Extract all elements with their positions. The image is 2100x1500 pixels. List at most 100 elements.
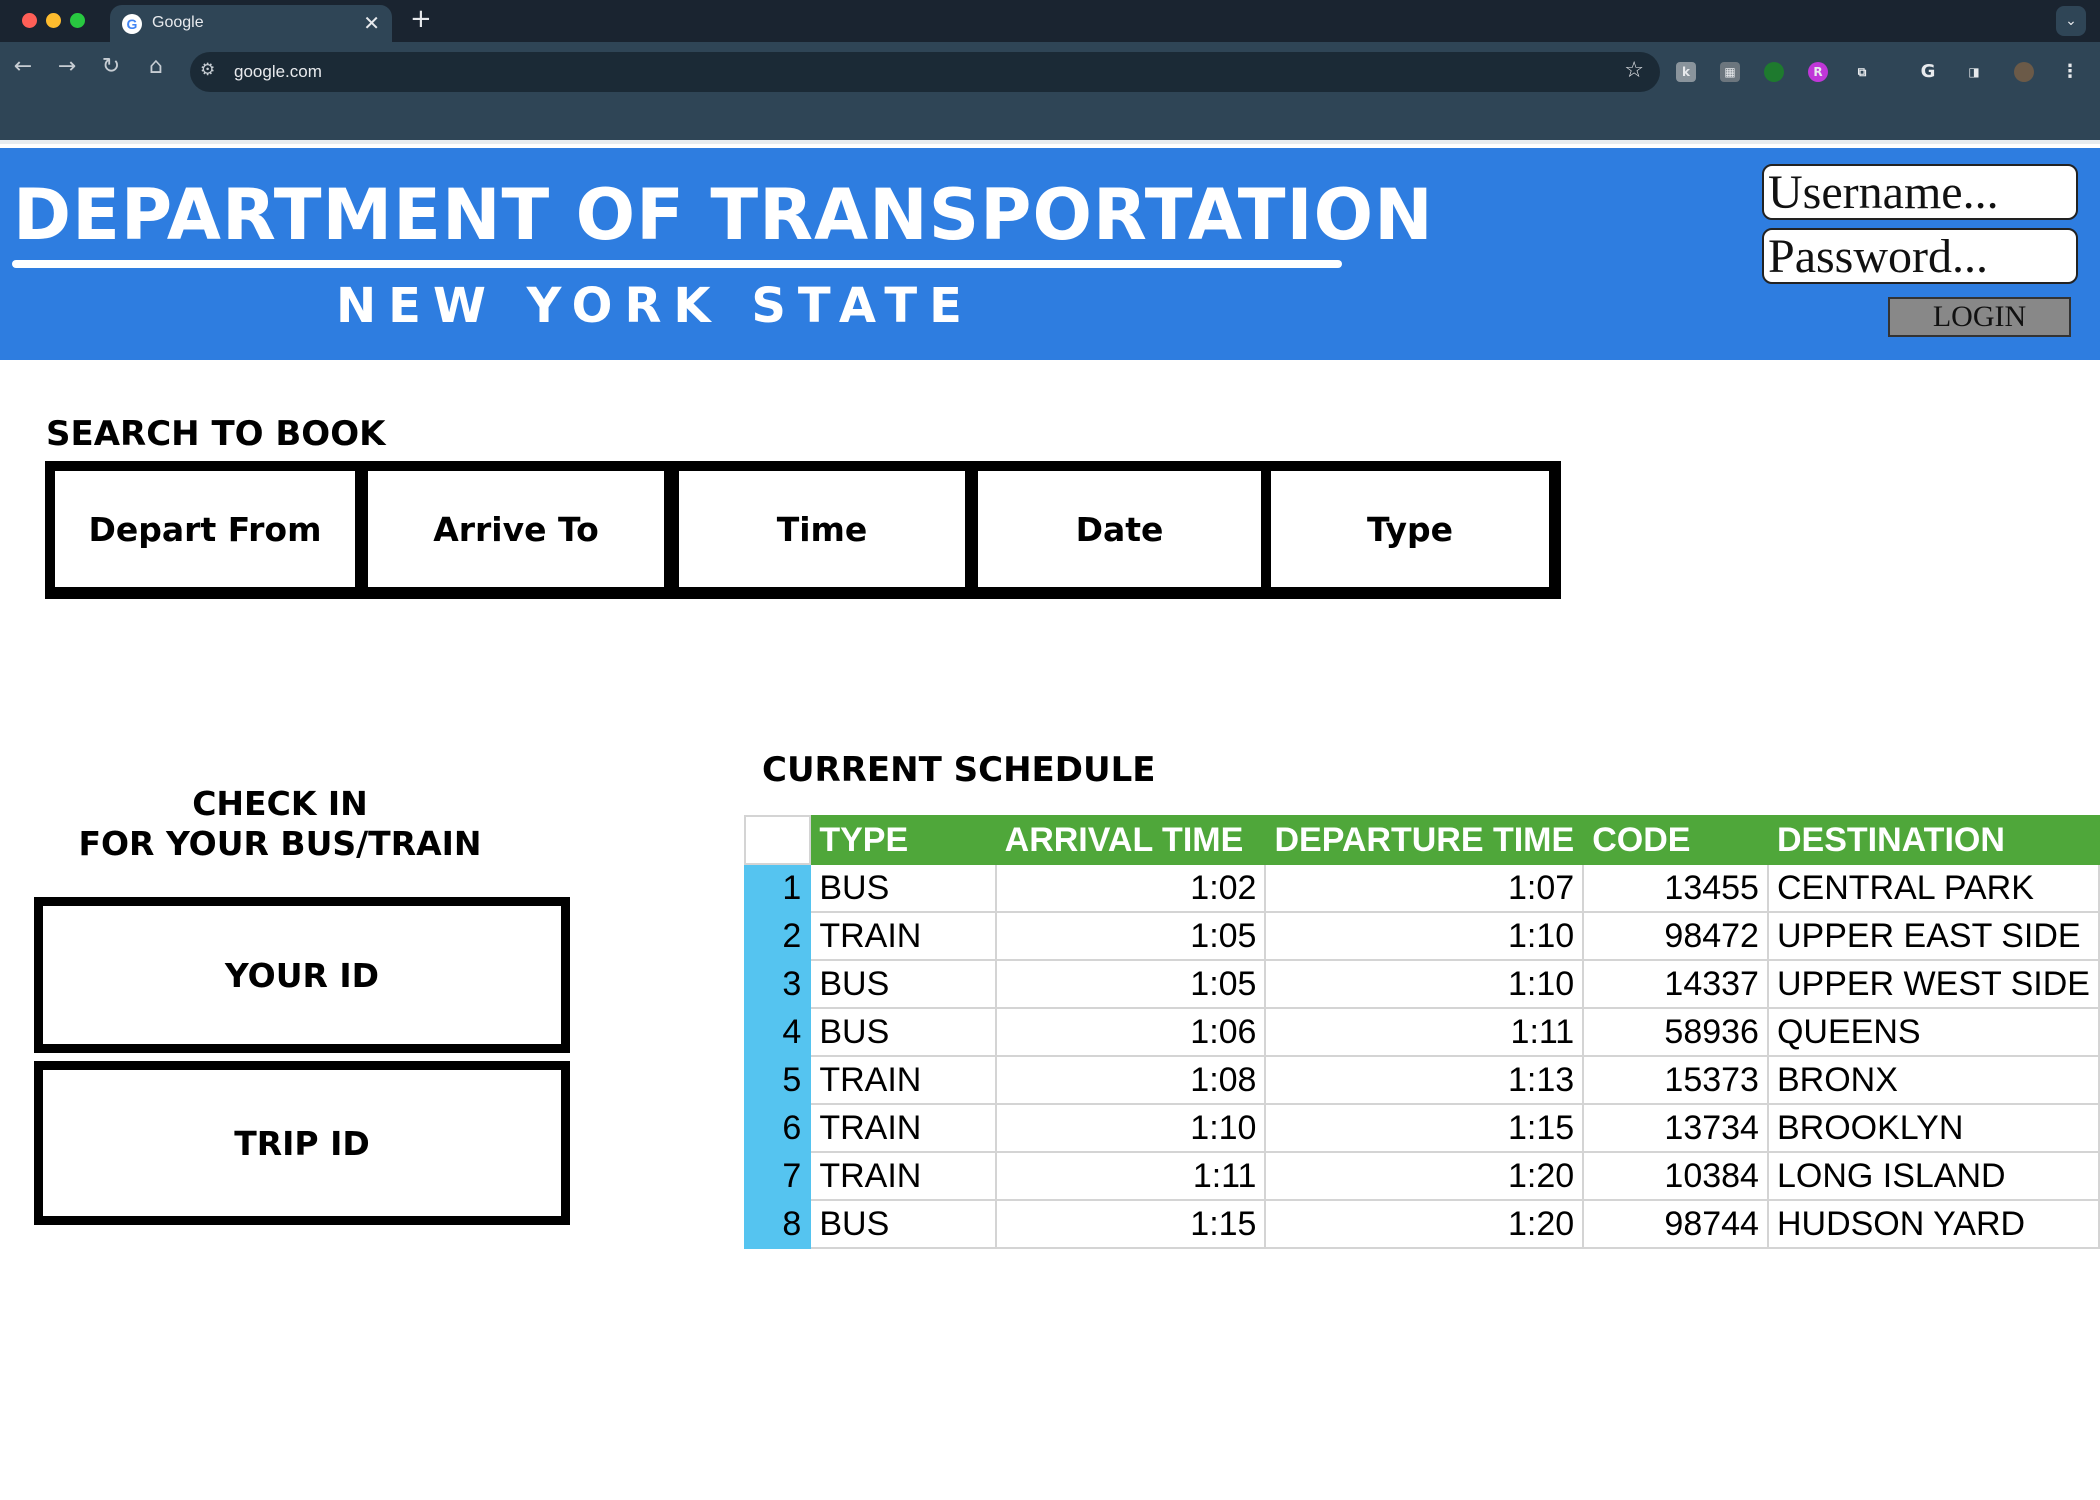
address-bar[interactable]: ⚙ google.com ☆ <box>190 52 1660 92</box>
cell-arrival-time: 1:10 <box>994 1103 1267 1153</box>
arrive-to-field[interactable]: Arrive To <box>368 471 664 587</box>
row-number: 4 <box>743 1007 812 1057</box>
browser-tab[interactable]: G Google ✕ <box>110 5 392 42</box>
search-section-title: SEARCH TO BOOK <box>46 414 386 454</box>
title-underline <box>12 260 1342 268</box>
row-number: 3 <box>743 959 812 1009</box>
back-icon[interactable]: ← <box>8 54 38 79</box>
cell-arrival-time: 1:06 <box>994 1007 1267 1057</box>
cell-arrival-time: 1:11 <box>994 1151 1267 1201</box>
table-row: 6 TRAIN 1:10 1:15 13734 BROOKLYN <box>743 1103 2100 1153</box>
cell-departure-time: 1:10 <box>1264 911 1585 961</box>
username-input[interactable] <box>1762 164 2078 220</box>
login-button[interactable]: LOGIN <box>1888 297 2071 337</box>
browser-toolbar: ← → ↻ ⌂ ⚙ google.com ☆ k ▦ R ⧉ G ◨ ⋮ <box>0 42 2100 144</box>
column-header-departure-time: DEPARTURE TIME <box>1264 815 1585 865</box>
row-number: 7 <box>743 1151 812 1201</box>
side-panel-icon[interactable]: ◨ <box>1964 62 1984 82</box>
home-icon[interactable]: ⌂ <box>141 54 171 79</box>
cell-type: TRAIN <box>809 1151 997 1201</box>
table-row: 2 TRAIN 1:05 1:10 98472 UPPER EAST SIDE <box>743 911 2100 961</box>
cell-departure-time: 1:15 <box>1264 1103 1585 1153</box>
cell-departure-time: 1:10 <box>1264 959 1585 1009</box>
cell-departure-time: 1:20 <box>1264 1199 1585 1249</box>
search-bar: Depart From Arrive To Time Date Type <box>45 461 1561 599</box>
cell-departure-time: 1:20 <box>1264 1151 1585 1201</box>
cell-destination: CENTRAL PARK <box>1766 863 2100 913</box>
cell-code: 14337 <box>1582 959 1769 1009</box>
row-number: 8 <box>743 1199 812 1249</box>
extension-icon[interactable]: ▦ <box>1720 62 1740 82</box>
column-header-code: CODE <box>1582 815 1769 865</box>
cell-type: TRAIN <box>809 911 997 961</box>
close-tab-icon[interactable]: ✕ <box>363 11 380 35</box>
extension-icon[interactable]: k <box>1676 62 1696 82</box>
type-field[interactable]: Type <box>1271 471 1549 587</box>
page-subtitle: NEW YORK STATE <box>336 278 974 334</box>
cell-departure-time: 1:13 <box>1264 1055 1585 1105</box>
cell-arrival-time: 1:05 <box>994 911 1267 961</box>
bookmark-star-icon[interactable]: ☆ <box>1624 58 1644 83</box>
time-field[interactable]: Time <box>679 471 965 587</box>
new-tab-icon[interactable]: + <box>410 4 432 34</box>
checkin-title-line2: FOR YOUR BUS/TRAIN <box>78 824 482 863</box>
extensions-puzzle-icon[interactable]: ⧉ <box>1852 62 1872 82</box>
url-text[interactable]: google.com <box>234 62 322 82</box>
schedule-header-row: TYPE ARRIVAL TIME DEPARTURE TIME CODE DE… <box>743 815 2100 865</box>
extension-icon[interactable]: R <box>1808 62 1828 82</box>
cell-type: TRAIN <box>809 1103 997 1153</box>
date-field[interactable]: Date <box>978 471 1261 587</box>
table-row: 1 BUS 1:02 1:07 13455 CENTRAL PARK <box>743 863 2100 913</box>
cell-type: BUS <box>809 863 997 913</box>
row-number: 5 <box>743 1055 812 1105</box>
cell-code: 98472 <box>1582 911 1769 961</box>
site-header: DEPARTMENT OF TRANSPORTATION NEW YORK ST… <box>0 148 2100 360</box>
table-row: 3 BUS 1:05 1:10 14337 UPPER WEST SIDE <box>743 959 2100 1009</box>
table-row: 7 TRAIN 1:11 1:20 10384 LONG ISLAND <box>743 1151 2100 1201</box>
cell-arrival-time: 1:15 <box>994 1199 1267 1249</box>
cell-departure-time: 1:11 <box>1264 1007 1585 1057</box>
column-header-type: TYPE <box>809 815 997 865</box>
corner-cell <box>743 815 812 865</box>
browser-tab-strip: G Google ✕ + ⌄ <box>0 0 2100 42</box>
column-header-arrival-time: ARRIVAL TIME <box>994 815 1267 865</box>
your-id-field[interactable]: YOUR ID <box>34 897 570 1053</box>
cell-departure-time: 1:07 <box>1264 863 1585 913</box>
cell-arrival-time: 1:08 <box>994 1055 1267 1105</box>
minimize-window-button[interactable] <box>46 13 61 28</box>
depart-from-field[interactable]: Depart From <box>55 471 355 587</box>
cell-destination: QUEENS <box>1766 1007 2100 1057</box>
cell-arrival-time: 1:05 <box>994 959 1267 1009</box>
cell-code: 15373 <box>1582 1055 1769 1105</box>
trip-id-field[interactable]: TRIP ID <box>34 1061 570 1225</box>
reload-icon[interactable]: ↻ <box>96 54 126 79</box>
cell-code: 10384 <box>1582 1151 1769 1201</box>
cell-type: TRAIN <box>809 1055 997 1105</box>
maximize-window-button[interactable] <box>70 13 85 28</box>
checkin-title: CHECK IN FOR YOUR BUS/TRAIN <box>40 784 520 864</box>
kebab-menu-icon[interactable]: ⋮ <box>2060 62 2080 82</box>
cell-destination: UPPER EAST SIDE <box>1766 911 2100 961</box>
password-input[interactable] <box>1762 228 2078 284</box>
extension-icon[interactable] <box>1764 62 1784 82</box>
table-row: 8 BUS 1:15 1:20 98744 HUDSON YARD <box>743 1199 2100 1249</box>
cell-destination: LONG ISLAND <box>1766 1151 2100 1201</box>
google-lens-icon[interactable]: G <box>1918 62 1938 82</box>
row-number: 1 <box>743 863 812 913</box>
forward-icon[interactable]: → <box>52 54 82 79</box>
table-row: 4 BUS 1:06 1:11 58936 QUEENS <box>743 1007 2100 1057</box>
cell-code: 13734 <box>1582 1103 1769 1153</box>
cell-destination: BRONX <box>1766 1055 2100 1105</box>
schedule-title: CURRENT SCHEDULE <box>762 750 1156 790</box>
tab-search-chevron-icon[interactable]: ⌄ <box>2056 6 2086 36</box>
tab-title: Google <box>152 14 204 31</box>
column-header-destination: DESTINATION <box>1766 815 2100 865</box>
cell-code: 13455 <box>1582 863 1769 913</box>
site-settings-icon[interactable]: ⚙ <box>200 60 215 80</box>
cell-code: 58936 <box>1582 1007 1769 1057</box>
cell-type: BUS <box>809 1007 997 1057</box>
close-window-button[interactable] <box>22 13 37 28</box>
row-number: 2 <box>743 911 812 961</box>
profile-avatar[interactable] <box>2014 62 2034 82</box>
cell-type: BUS <box>809 1199 997 1249</box>
